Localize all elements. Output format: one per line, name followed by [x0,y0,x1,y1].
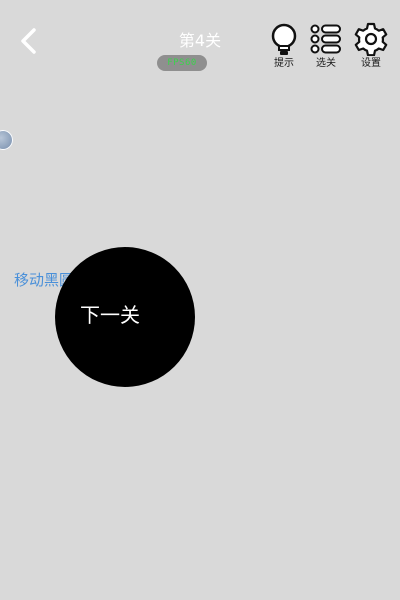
hint-button[interactable]: 提示 [264,22,304,74]
next-level-button[interactable]: 下一关 [60,302,160,328]
gear-icon [354,22,388,56]
settings-label: 设置 [361,58,381,69]
chevron-left-icon [21,28,36,54]
level-title: 第4关 [178,31,222,50]
status-badge: FPS60 [157,55,207,71]
settings-button[interactable]: 设置 [351,22,391,74]
draggable-ball[interactable] [0,130,13,150]
level-select-button[interactable]: 选关 [306,22,346,74]
hint-label: 提示 [274,58,294,69]
list-icon [310,24,341,54]
back-button[interactable] [14,26,44,56]
level-select-label: 选关 [316,58,336,69]
lightbulb-icon [271,23,297,55]
